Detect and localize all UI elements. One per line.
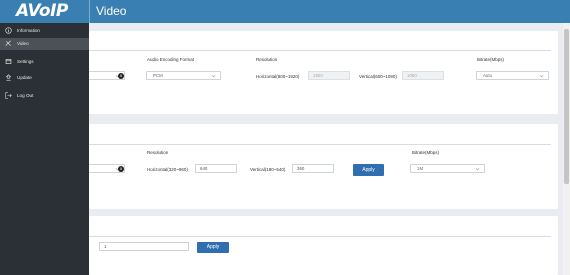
page-title: Video bbox=[96, 4, 127, 18]
info-icon[interactable]: i bbox=[118, 166, 124, 172]
audio-format-select[interactable]: PCM bbox=[146, 71, 221, 80]
info-icon[interactable]: i bbox=[118, 73, 124, 79]
apply-button[interactable]: Apply bbox=[353, 164, 384, 176]
value-input[interactable]: 1 bbox=[99, 242, 189, 251]
info-circle-icon bbox=[5, 27, 12, 34]
chevron-down-icon bbox=[539, 74, 544, 78]
sidebar-item-update[interactable]: Update bbox=[0, 72, 89, 84]
horizontal-value: 1920 bbox=[313, 73, 323, 78]
card-divider bbox=[89, 50, 551, 51]
vertical-input[interactable]: 360 bbox=[292, 164, 334, 173]
sidebar-item-settings[interactable]: Settings bbox=[0, 56, 89, 68]
sidebar-item-video[interactable]: Video bbox=[0, 38, 89, 50]
card-divider bbox=[89, 236, 551, 237]
resolution-label: Resolution bbox=[256, 57, 278, 62]
horizontal-value: 640 bbox=[200, 166, 208, 171]
avoip-logo: AVoIP bbox=[16, 1, 68, 21]
update-icon bbox=[5, 74, 12, 81]
sidebar-item-label: Update bbox=[17, 75, 32, 80]
page-scrollbar[interactable] bbox=[563, 23, 570, 275]
scrollbar-thumb[interactable] bbox=[564, 29, 569, 184]
horizontal-label: Horizontal(800~1920) bbox=[256, 74, 300, 79]
vertical-input[interactable]: 1080 bbox=[402, 71, 444, 80]
header-divider bbox=[89, 0, 90, 23]
chevron-down-icon bbox=[475, 167, 480, 171]
logout-icon bbox=[5, 92, 12, 99]
resolution-label: Resolution bbox=[147, 150, 169, 155]
vertical-label: Vertical(600~1080) bbox=[359, 74, 397, 79]
sidebar-item-logout[interactable]: Log Out bbox=[0, 90, 89, 102]
audio-format-label: Audio Encoding Format bbox=[147, 57, 195, 62]
input-value: 1 bbox=[104, 244, 107, 249]
horizontal-input[interactable]: 1920 bbox=[308, 71, 350, 80]
vertical-label: Vertical(180~540) bbox=[250, 167, 286, 172]
top-bar: AVoIP Video bbox=[0, 0, 570, 23]
bitrate-select[interactable]: 1M bbox=[410, 164, 485, 173]
stream-settings-card: i Audio Encoding Format PCM Resolution H… bbox=[89, 31, 558, 114]
apply-button[interactable]: Apply bbox=[197, 242, 229, 253]
bitrate-value: 1M bbox=[417, 166, 424, 171]
sidebar-item-label: Video bbox=[17, 41, 29, 46]
horizontal-input[interactable]: 640 bbox=[195, 164, 237, 173]
sidebar-item-label: Settings bbox=[17, 59, 34, 64]
horizontal-label: Horizontal(320~960) bbox=[147, 167, 188, 172]
sub-stream-card: i Resolution Horizontal(320~960) 640 Ver… bbox=[89, 124, 558, 209]
settings-icon bbox=[5, 59, 12, 64]
vertical-value: 1080 bbox=[407, 73, 417, 78]
bitrate-select[interactable]: Auto bbox=[476, 71, 549, 80]
setting-card: 1 Apply bbox=[89, 216, 558, 275]
bitrate-value: Auto bbox=[483, 73, 493, 78]
audio-format-value: PCM bbox=[153, 73, 163, 78]
bitrate-label: Bitrate(Mbps) bbox=[477, 57, 505, 62]
chevron-down-icon bbox=[211, 74, 216, 78]
sidebar-item-label: Information bbox=[17, 28, 40, 33]
sidebar-item-label: Log Out bbox=[17, 93, 34, 98]
card-divider bbox=[89, 144, 551, 145]
bitrate-label: Bitrate(Mbps) bbox=[412, 150, 440, 155]
vertical-value: 360 bbox=[297, 166, 305, 171]
sidebar-item-information[interactable]: Information bbox=[0, 25, 89, 37]
sidebar: Information Video Settings Update Log Ou… bbox=[0, 23, 89, 275]
video-icon bbox=[5, 40, 11, 46]
